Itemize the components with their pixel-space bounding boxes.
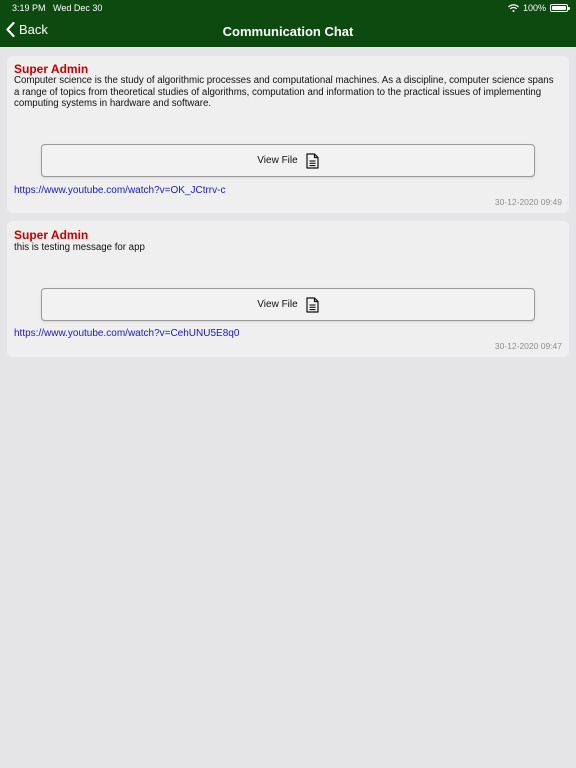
message-sender: Super Admin bbox=[14, 228, 89, 242]
view-file-button[interactable]: View File bbox=[41, 288, 535, 321]
status-date: Wed Dec 30 bbox=[53, 3, 103, 13]
battery-icon bbox=[550, 4, 570, 12]
message-timestamp: 30-12-2020 09:49 bbox=[494, 197, 562, 207]
navigation-bar: Back Communication Chat bbox=[0, 16, 576, 47]
status-indicators: 100% bbox=[508, 3, 570, 13]
message-body: Computer science is the study of algorit… bbox=[14, 75, 554, 110]
message-card: Super Admin Computer science is the stud… bbox=[7, 56, 569, 213]
view-file-button[interactable]: View File bbox=[41, 144, 535, 177]
message-link[interactable]: https://www.youtube.com/watch?v=OK_JCtrr… bbox=[14, 185, 225, 196]
status-time-date: 3:19 PM Wed Dec 30 bbox=[12, 3, 102, 13]
message-link[interactable]: https://www.youtube.com/watch?v=CehUNU5E… bbox=[14, 328, 239, 339]
message-sender: Super Admin bbox=[14, 62, 89, 76]
status-bar: 3:19 PM Wed Dec 30 100% bbox=[0, 0, 576, 16]
message-card: Super Admin this is testing message for … bbox=[7, 221, 569, 357]
document-icon bbox=[306, 296, 319, 313]
message-body: this is testing message for app bbox=[14, 242, 145, 253]
wifi-icon bbox=[508, 4, 519, 12]
status-time: 3:19 PM bbox=[12, 3, 46, 13]
message-timestamp: 30-12-2020 09:47 bbox=[494, 341, 562, 351]
view-file-label: View File bbox=[257, 299, 298, 310]
battery-percent: 100% bbox=[522, 3, 546, 13]
document-icon bbox=[306, 152, 319, 169]
view-file-label: View File bbox=[257, 155, 298, 166]
page-title: Communication Chat bbox=[222, 24, 354, 39]
app-header: 3:19 PM Wed Dec 30 100% Back Communicati bbox=[0, 0, 576, 47]
